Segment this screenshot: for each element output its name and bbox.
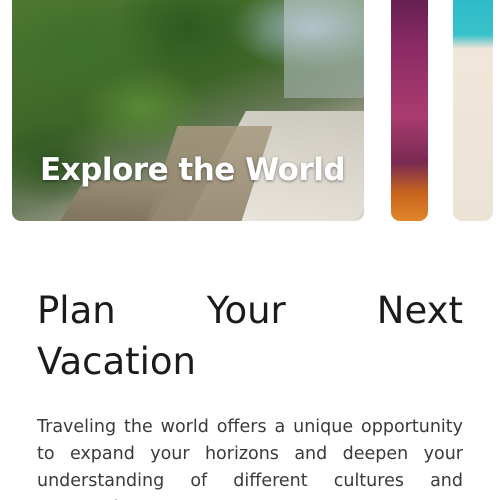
card-image-sky — [284, 0, 364, 98]
card-title: Explore the World — [40, 152, 346, 188]
destination-card-explore-the-world[interactable]: Explore the World — [12, 0, 364, 221]
article-body: Traveling the world offers a unique oppo… — [37, 417, 463, 500]
article-headline: Plan Your Next Vacation — [37, 289, 463, 383]
destination-card-next[interactable] — [391, 0, 428, 221]
destination-carousel[interactable]: Explore the World — [0, 0, 500, 222]
destination-card-beach[interactable] — [453, 0, 493, 221]
page: Explore the World Plan Your Next Vacatio… — [0, 0, 500, 500]
